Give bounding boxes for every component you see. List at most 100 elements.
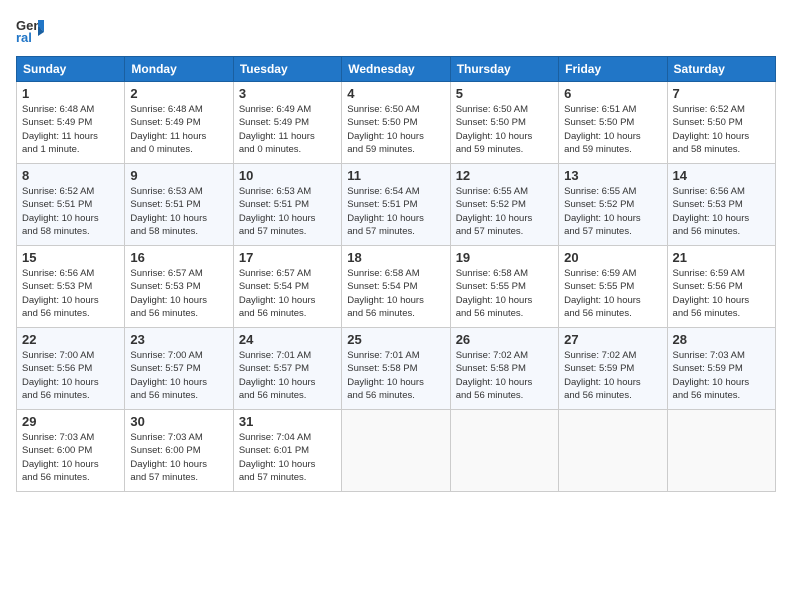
day-number: 3 (239, 86, 336, 101)
header-cell-thursday: Thursday (450, 57, 558, 82)
day-info: Sunrise: 6:53 AM Sunset: 5:51 PM Dayligh… (130, 185, 227, 238)
day-info: Sunrise: 6:51 AM Sunset: 5:50 PM Dayligh… (564, 103, 661, 156)
day-info: Sunrise: 7:03 AM Sunset: 6:00 PM Dayligh… (22, 431, 119, 484)
calendar-table: SundayMondayTuesdayWednesdayThursdayFrid… (16, 56, 776, 492)
header-row: SundayMondayTuesdayWednesdayThursdayFrid… (17, 57, 776, 82)
day-info: Sunrise: 6:50 AM Sunset: 5:50 PM Dayligh… (347, 103, 444, 156)
calendar-cell: 24Sunrise: 7:01 AM Sunset: 5:57 PM Dayli… (233, 328, 341, 410)
day-info: Sunrise: 6:58 AM Sunset: 5:55 PM Dayligh… (456, 267, 553, 320)
calendar-cell: 25Sunrise: 7:01 AM Sunset: 5:58 PM Dayli… (342, 328, 450, 410)
day-number: 29 (22, 414, 119, 429)
day-info: Sunrise: 7:01 AM Sunset: 5:58 PM Dayligh… (347, 349, 444, 402)
day-number: 23 (130, 332, 227, 347)
calendar-cell: 3 Sunrise: 6:49 AM Sunset: 5:49 PM Daylig… (233, 82, 341, 164)
day-number: 5 (456, 86, 553, 101)
day-number: 12 (456, 168, 553, 183)
header-cell-wednesday: Wednesday (342, 57, 450, 82)
day-info: Sunrise: 6:48 AM Sunset: 5:49 PM Dayligh… (22, 103, 119, 156)
calendar-cell (342, 410, 450, 492)
calendar-cell: 9 Sunrise: 6:53 AM Sunset: 5:51 PM Daylig… (125, 164, 233, 246)
page-header: Gene ral (16, 16, 776, 44)
calendar-cell (450, 410, 558, 492)
day-number: 28 (673, 332, 770, 347)
calendar-cell: 8 Sunrise: 6:52 AM Sunset: 5:51 PM Daylig… (17, 164, 125, 246)
day-number: 2 (130, 86, 227, 101)
calendar-cell: 1 Sunrise: 6:48 AM Sunset: 5:49 PM Daylig… (17, 82, 125, 164)
calendar-row-5: 29 Sunrise: 7:03 AM Sunset: 6:00 PM Dayli… (17, 410, 776, 492)
logo: Gene ral (16, 16, 48, 44)
calendar-cell: 12 Sunrise: 6:55 AM Sunset: 5:52 PM Dayli… (450, 164, 558, 246)
calendar-cell: 18Sunrise: 6:58 AM Sunset: 5:54 PM Dayli… (342, 246, 450, 328)
day-number: 13 (564, 168, 661, 183)
day-number: 26 (456, 332, 553, 347)
day-info: Sunrise: 6:59 AM Sunset: 5:55 PM Dayligh… (564, 267, 661, 320)
day-info: Sunrise: 7:00 AM Sunset: 5:56 PM Dayligh… (22, 349, 119, 402)
calendar-cell: 21 Sunrise: 6:59 AM Sunset: 5:56 PM Dayli… (667, 246, 775, 328)
day-info: Sunrise: 6:59 AM Sunset: 5:56 PM Dayligh… (673, 267, 770, 320)
day-number: 15 (22, 250, 119, 265)
header-cell-monday: Monday (125, 57, 233, 82)
day-number: 30 (130, 414, 227, 429)
day-number: 4 (347, 86, 444, 101)
header-cell-sunday: Sunday (17, 57, 125, 82)
day-number: 31 (239, 414, 336, 429)
day-info: Sunrise: 6:54 AM Sunset: 5:51 PM Dayligh… (347, 185, 444, 238)
day-info: Sunrise: 6:52 AM Sunset: 5:51 PM Dayligh… (22, 185, 119, 238)
svg-text:ral: ral (16, 30, 32, 44)
day-info: Sunrise: 7:02 AM Sunset: 5:58 PM Dayligh… (456, 349, 553, 402)
day-number: 27 (564, 332, 661, 347)
day-info: Sunrise: 6:49 AM Sunset: 5:49 PM Dayligh… (239, 103, 336, 156)
calendar-cell: 30 Sunrise: 7:03 AM Sunset: 6:00 PM Dayli… (125, 410, 233, 492)
calendar-cell: 13 Sunrise: 6:55 AM Sunset: 5:52 PM Dayli… (559, 164, 667, 246)
calendar-cell (667, 410, 775, 492)
day-number: 17 (239, 250, 336, 265)
calendar-cell: 20 Sunrise: 6:59 AM Sunset: 5:55 PM Dayli… (559, 246, 667, 328)
calendar-row-4: 22Sunrise: 7:00 AM Sunset: 5:56 PM Dayli… (17, 328, 776, 410)
calendar-row-3: 15Sunrise: 6:56 AM Sunset: 5:53 PM Dayli… (17, 246, 776, 328)
calendar-cell: 15Sunrise: 6:56 AM Sunset: 5:53 PM Dayli… (17, 246, 125, 328)
day-info: Sunrise: 7:03 AM Sunset: 6:00 PM Dayligh… (130, 431, 227, 484)
day-number: 24 (239, 332, 336, 347)
calendar-cell: 28Sunrise: 7:03 AM Sunset: 5:59 PM Dayli… (667, 328, 775, 410)
calendar-body: 1 Sunrise: 6:48 AM Sunset: 5:49 PM Daylig… (17, 82, 776, 492)
day-number: 16 (130, 250, 227, 265)
calendar-cell: 6Sunrise: 6:51 AM Sunset: 5:50 PM Daylig… (559, 82, 667, 164)
day-info: Sunrise: 6:57 AM Sunset: 5:53 PM Dayligh… (130, 267, 227, 320)
day-number: 19 (456, 250, 553, 265)
calendar-cell: 17Sunrise: 6:57 AM Sunset: 5:54 PM Dayli… (233, 246, 341, 328)
calendar-cell: 7 Sunrise: 6:52 AM Sunset: 5:50 PM Daylig… (667, 82, 775, 164)
calendar-cell: 11 Sunrise: 6:54 AM Sunset: 5:51 PM Dayli… (342, 164, 450, 246)
day-number: 14 (673, 168, 770, 183)
header-cell-tuesday: Tuesday (233, 57, 341, 82)
day-number: 18 (347, 250, 444, 265)
day-info: Sunrise: 6:52 AM Sunset: 5:50 PM Dayligh… (673, 103, 770, 156)
day-info: Sunrise: 6:53 AM Sunset: 5:51 PM Dayligh… (239, 185, 336, 238)
calendar-cell: 14 Sunrise: 6:56 AM Sunset: 5:53 PM Dayli… (667, 164, 775, 246)
day-number: 10 (239, 168, 336, 183)
day-info: Sunrise: 7:00 AM Sunset: 5:57 PM Dayligh… (130, 349, 227, 402)
calendar-cell: 23 Sunrise: 7:00 AM Sunset: 5:57 PM Dayli… (125, 328, 233, 410)
calendar-cell: 2 Sunrise: 6:48 AM Sunset: 5:49 PM Daylig… (125, 82, 233, 164)
day-number: 1 (22, 86, 119, 101)
day-info: Sunrise: 6:55 AM Sunset: 5:52 PM Dayligh… (564, 185, 661, 238)
day-number: 8 (22, 168, 119, 183)
day-number: 7 (673, 86, 770, 101)
header-cell-saturday: Saturday (667, 57, 775, 82)
day-number: 9 (130, 168, 227, 183)
calendar-cell: 27Sunrise: 7:02 AM Sunset: 5:59 PM Dayli… (559, 328, 667, 410)
day-info: Sunrise: 6:55 AM Sunset: 5:52 PM Dayligh… (456, 185, 553, 238)
calendar-header: SundayMondayTuesdayWednesdayThursdayFrid… (17, 57, 776, 82)
calendar-cell: 26 Sunrise: 7:02 AM Sunset: 5:58 PM Dayli… (450, 328, 558, 410)
calendar-cell: 29 Sunrise: 7:03 AM Sunset: 6:00 PM Dayli… (17, 410, 125, 492)
header-cell-friday: Friday (559, 57, 667, 82)
day-number: 20 (564, 250, 661, 265)
logo-icon: Gene ral (16, 16, 44, 44)
day-number: 21 (673, 250, 770, 265)
day-info: Sunrise: 6:48 AM Sunset: 5:49 PM Dayligh… (130, 103, 227, 156)
day-info: Sunrise: 6:56 AM Sunset: 5:53 PM Dayligh… (673, 185, 770, 238)
day-number: 11 (347, 168, 444, 183)
calendar-cell: 4 Sunrise: 6:50 AM Sunset: 5:50 PM Daylig… (342, 82, 450, 164)
calendar-row-2: 8 Sunrise: 6:52 AM Sunset: 5:51 PM Daylig… (17, 164, 776, 246)
calendar-cell: 10 Sunrise: 6:53 AM Sunset: 5:51 PM Dayli… (233, 164, 341, 246)
calendar-cell: 5Sunrise: 6:50 AM Sunset: 5:50 PM Daylig… (450, 82, 558, 164)
